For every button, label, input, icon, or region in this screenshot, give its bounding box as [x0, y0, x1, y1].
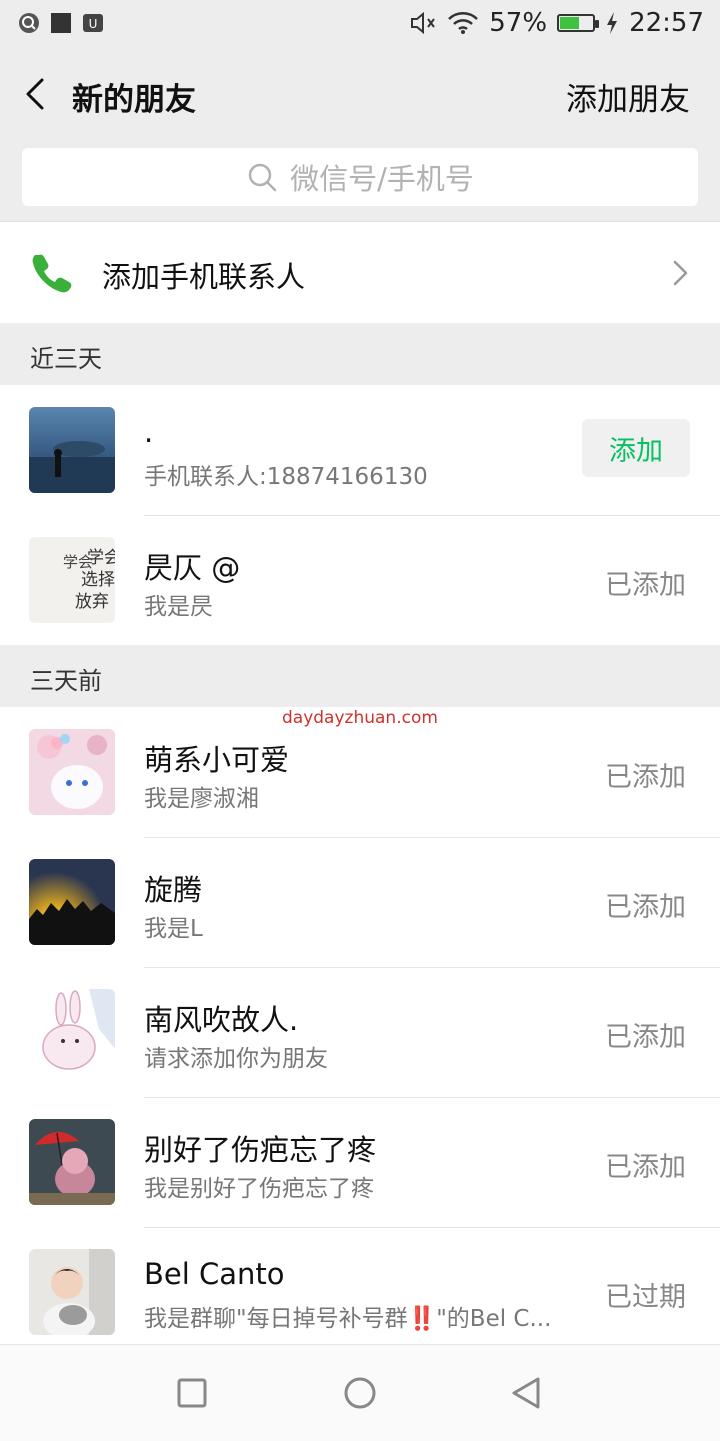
- friend-subtitle: 我是L: [144, 916, 203, 942]
- mute-icon: [411, 11, 436, 35]
- friend-subtitle: 我是群聊"每日掉号补号群‼️"的Bel C...: [144, 1306, 552, 1332]
- avatar: [29, 407, 115, 493]
- friend-subtitle: 我是别好了伤疤忘了疼: [144, 1176, 374, 1202]
- page-title: 新的朋友: [72, 82, 196, 118]
- add-friend-button[interactable]: 添加朋友: [566, 74, 690, 119]
- wifi-icon: [448, 12, 479, 34]
- search-placeholder: 微信号/手机号: [290, 162, 474, 196]
- back-icon[interactable]: [508, 1375, 544, 1411]
- avatar: [29, 989, 115, 1075]
- list-item[interactable]: 南风吹故人. 请求添加你为朋友 已添加: [0, 967, 720, 1097]
- add-phone-contacts-row[interactable]: 添加手机联系人: [0, 221, 720, 324]
- section-header-earlier: 三天前: [0, 645, 720, 707]
- list-item[interactable]: Bel Canto 我是群聊"每日掉号补号群‼️"的Bel C... 已过期: [0, 1227, 720, 1357]
- avatar: [29, 1119, 115, 1205]
- friend-subtitle: 我是昃: [144, 594, 213, 620]
- add-button[interactable]: 添加: [582, 419, 690, 477]
- friend-status: 已添加: [605, 1152, 686, 1183]
- system-navigation-bar: [0, 1344, 720, 1441]
- friend-name: 旋腾: [144, 873, 203, 907]
- friend-name: .: [144, 415, 154, 449]
- friend-name: 萌系小可爱: [144, 743, 290, 777]
- list-item[interactable]: 旋腾 我是L 已添加: [0, 837, 720, 967]
- battery-percent: 57%: [489, 8, 548, 38]
- section-title: 三天前: [30, 667, 102, 695]
- friend-status: 已添加: [605, 1022, 686, 1053]
- friend-subtitle: 请求添加你为朋友: [144, 1046, 328, 1072]
- search-icon: [248, 163, 277, 192]
- avatar: 学会 选择 放弃 学会: [29, 537, 115, 623]
- app-icon: U: [83, 14, 103, 32]
- back-arrow-icon[interactable]: [20, 76, 56, 112]
- friend-subtitle: 我是廖淑湘: [144, 786, 259, 812]
- list-item[interactable]: 别好了伤疤忘了疼 我是别好了伤疤忘了疼 已添加: [0, 1097, 720, 1227]
- clock: 22:57: [629, 8, 704, 38]
- section-title: 近三天: [30, 345, 102, 373]
- top-bar: 新的朋友 添加朋友: [0, 50, 720, 140]
- square-icon: [51, 13, 71, 33]
- earlier-friends-list: 萌系小可爱 我是廖淑湘 已添加 旋腾 我是L 已添加 南风吹故人. 请求添加你为…: [0, 707, 720, 1357]
- friend-status: 已添加: [605, 762, 686, 793]
- section-header-recent: 近三天: [0, 323, 720, 385]
- friend-name: Bel Canto: [144, 1257, 285, 1291]
- home-icon[interactable]: [342, 1375, 378, 1411]
- friend-status: 已过期: [605, 1282, 686, 1313]
- svg-text:放弃: 放弃: [75, 592, 109, 612]
- watermark-text: daydayzhuan.com: [282, 708, 438, 728]
- list-item[interactable]: 学会 选择 放弃 学会 昃仄 @ 我是昃 已添加: [0, 515, 720, 645]
- svg-text:学会: 学会: [63, 553, 93, 571]
- avatar: [29, 859, 115, 945]
- friend-status: 已添加: [605, 570, 686, 601]
- friend-name: 别好了伤疤忘了疼: [144, 1133, 377, 1167]
- friend-subtitle: 手机联系人:18874166130: [144, 464, 428, 490]
- chevron-right-icon: [673, 260, 688, 286]
- friend-status: 已添加: [605, 892, 686, 923]
- add-phone-contacts-label: 添加手机联系人: [102, 260, 306, 294]
- search-icon: [19, 13, 39, 33]
- avatar: [29, 1249, 115, 1335]
- svg-text:选择: 选择: [81, 570, 115, 590]
- friend-name: 南风吹故人.: [144, 1003, 299, 1037]
- phone-icon: [32, 254, 72, 293]
- search-input[interactable]: 微信号/手机号: [22, 148, 698, 206]
- recent-friends-list: . 手机联系人:18874166130 添加 学会 选择 放弃 学会 昃仄 @ …: [0, 385, 720, 645]
- charging-icon: [607, 12, 618, 34]
- list-item[interactable]: . 手机联系人:18874166130 添加: [0, 385, 720, 515]
- status-bar: U 57% 22:57: [0, 0, 720, 50]
- avatar: [29, 729, 115, 815]
- battery-icon: [557, 14, 600, 32]
- friend-name: 昃仄 @: [144, 551, 241, 585]
- recent-apps-icon[interactable]: [174, 1375, 210, 1411]
- svg-text:U: U: [89, 17, 98, 31]
